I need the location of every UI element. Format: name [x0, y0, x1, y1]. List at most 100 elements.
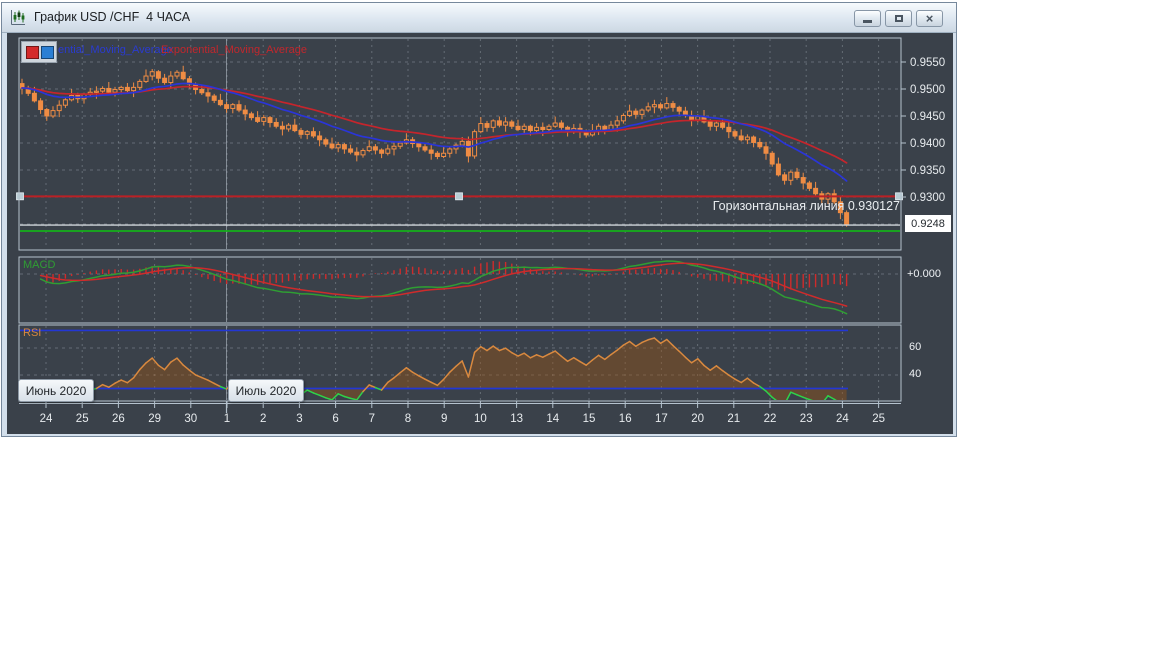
time-axis-label: 2	[260, 413, 266, 425]
candle-body	[372, 146, 378, 151]
candle-body	[447, 148, 453, 154]
price-axis-label: 0.9300	[910, 192, 945, 204]
candle-body	[217, 99, 223, 106]
line-drag-handle[interactable]	[455, 192, 463, 201]
candle-body	[422, 146, 428, 151]
legend-ema-slow: Exponential_Moving_Average	[161, 44, 307, 56]
window-titlebar[interactable]: График USD /CHF 4 ЧАСА ×	[2, 3, 956, 33]
minimize-button[interactable]	[854, 10, 881, 27]
candle-body	[155, 71, 161, 79]
candle-body	[763, 146, 769, 154]
candle-body	[732, 131, 738, 137]
candle-body	[341, 144, 347, 150]
price-axis-label: 0.9550	[910, 57, 945, 69]
candle-body	[366, 146, 372, 152]
time-axis-label: 13	[510, 413, 523, 425]
time-axis-label: 29	[148, 413, 161, 425]
candle-body	[149, 71, 155, 77]
candle-body	[162, 77, 168, 84]
candle-body	[465, 140, 471, 157]
candle-body	[509, 121, 515, 127]
time-axis-label: 24	[40, 413, 53, 425]
candle-body	[503, 121, 509, 126]
candle-body	[236, 104, 242, 111]
price-axis-label: 0.9400	[910, 138, 945, 150]
candle-body	[416, 143, 422, 148]
candle-body	[273, 121, 279, 127]
candle-body	[304, 131, 310, 135]
close-button[interactable]: ×	[916, 10, 943, 27]
candle-body	[534, 126, 540, 132]
close-icon: ×	[925, 11, 934, 26]
candle-body	[639, 109, 645, 115]
chart-app-icon	[11, 10, 25, 25]
candle-body	[379, 149, 385, 154]
candle-body	[360, 150, 366, 156]
candle-body	[794, 171, 800, 179]
candle-body	[100, 87, 106, 92]
candle-body	[769, 152, 775, 165]
candle-body	[738, 135, 744, 141]
candle-body	[478, 123, 484, 133]
candle-body	[664, 103, 670, 109]
candle-body	[279, 125, 285, 130]
candle-body	[844, 212, 850, 225]
candle-body	[137, 80, 143, 88]
candle-body	[124, 86, 130, 92]
time-axis-label: 22	[764, 413, 777, 425]
chart-canvas[interactable]: 24 25 26 29 30 1 2 3 6 7 8 9 10 13 14 15 16 17 20 21 22 23 24 2…	[2, 3, 958, 438]
candle-body	[118, 86, 124, 91]
month-button-june[interactable]: Июнь 2020	[18, 379, 94, 402]
candle-body	[31, 92, 37, 102]
time-axis-label: 30	[184, 413, 197, 425]
candle-body	[385, 148, 391, 154]
candle-body	[546, 125, 552, 131]
candle-body	[38, 100, 44, 111]
candle-body	[329, 143, 335, 149]
rsi-level-40-label: 40	[909, 368, 922, 380]
candle-body	[806, 182, 812, 189]
candle-body	[744, 136, 750, 141]
macd-zero-axis-label: +0.000	[907, 268, 941, 280]
candle-body	[707, 121, 713, 127]
window-controls: ×	[854, 10, 943, 27]
month-button-july[interactable]: Июль 2020	[228, 379, 304, 402]
candle-body	[558, 122, 564, 128]
candle-body	[255, 117, 261, 122]
horizontal-line-label: Горизонтальная линия 0.930127	[712, 199, 900, 213]
candle-body	[292, 124, 298, 132]
candle-body	[211, 95, 217, 101]
candle-body	[472, 131, 478, 157]
candle-body	[800, 177, 806, 184]
price-axis-label: 0.9450	[910, 111, 945, 123]
line-drag-handle[interactable]	[16, 192, 24, 201]
candle-body	[93, 90, 99, 93]
candle-body	[391, 145, 397, 150]
candle-body	[552, 122, 558, 127]
blue-indicator-button[interactable]	[41, 46, 54, 59]
candle-body	[298, 130, 304, 135]
restore-icon	[894, 15, 903, 22]
chart-window: 24 25 26 29 30 1 2 3 6 7 8 9 10 13 14 15 16 17 20 21 22 23 24 2…	[1, 2, 957, 437]
candle-body	[286, 124, 292, 130]
candle-body	[713, 122, 719, 127]
candle-body	[757, 141, 763, 148]
time-axis-label: 9	[441, 413, 447, 425]
desktop: 24 25 26 29 30 1 2 3 6 7 8 9 10 13 14 15 16 17 20 21 22 23 24 2…	[0, 0, 1152, 648]
candle-body	[174, 71, 180, 77]
candle-body	[676, 106, 682, 112]
candle-body	[627, 110, 633, 116]
candle-body	[106, 87, 112, 93]
candle-body	[397, 142, 403, 147]
candle-body	[527, 125, 533, 132]
time-axis-label: 1	[224, 413, 230, 425]
time-axis-label: 6	[332, 413, 338, 425]
candle-body	[434, 152, 440, 157]
candle-body	[645, 106, 651, 111]
restore-button[interactable]	[885, 10, 912, 27]
red-indicator-button[interactable]	[26, 46, 39, 59]
time-axis-label: 17	[655, 413, 668, 425]
candle-body	[199, 89, 205, 94]
candle-body	[521, 125, 527, 131]
candle-body	[112, 89, 118, 93]
